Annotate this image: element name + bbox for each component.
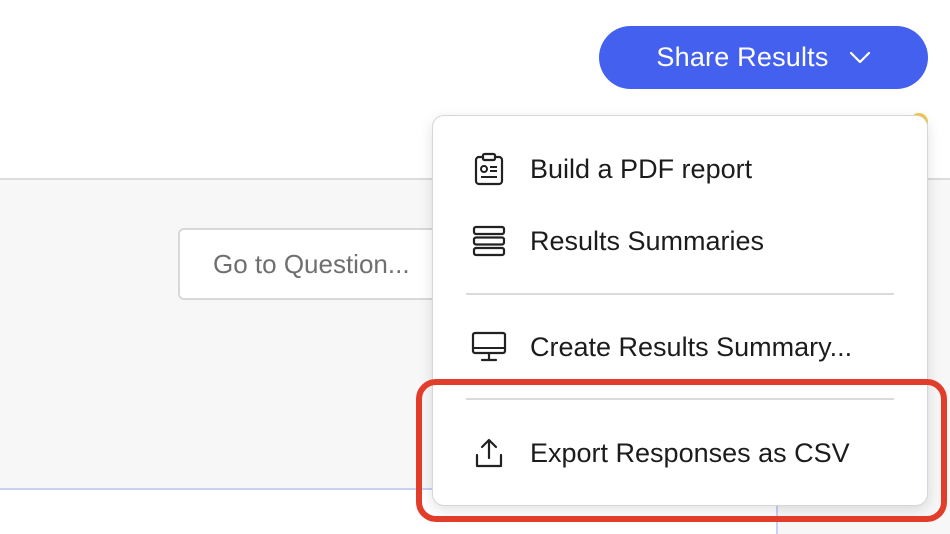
menu-item-label: Export Responses as CSV (530, 437, 850, 468)
clipboard-report-icon (471, 151, 507, 187)
chevron-down-icon (849, 51, 871, 65)
menu-divider (466, 398, 894, 400)
menu-item-export-responses-csv[interactable]: Export Responses as CSV (433, 425, 929, 481)
share-results-menu: Build a PDF report Results Summaries Cre… (432, 115, 928, 506)
page: Share Results Go to Question... Build a … (0, 0, 950, 534)
share-results-button[interactable]: Share Results (599, 26, 928, 89)
menu-item-results-summaries[interactable]: Results Summaries (433, 213, 929, 269)
share-results-label: Share Results (656, 42, 829, 72)
menu-item-label: Results Summaries (530, 225, 765, 256)
stacked-list-icon (471, 223, 507, 259)
menu-item-label: Build a PDF report (530, 153, 753, 184)
menu-divider (466, 293, 894, 295)
go-to-question-label: Go to Question... (213, 248, 410, 279)
menu-item-build-pdf-report[interactable]: Build a PDF report (433, 141, 929, 197)
monitor-icon (471, 329, 507, 365)
menu-item-create-results-summary[interactable]: Create Results Summary... (433, 319, 929, 375)
menu-item-label: Create Results Summary... (530, 331, 853, 362)
upload-icon (471, 435, 507, 471)
